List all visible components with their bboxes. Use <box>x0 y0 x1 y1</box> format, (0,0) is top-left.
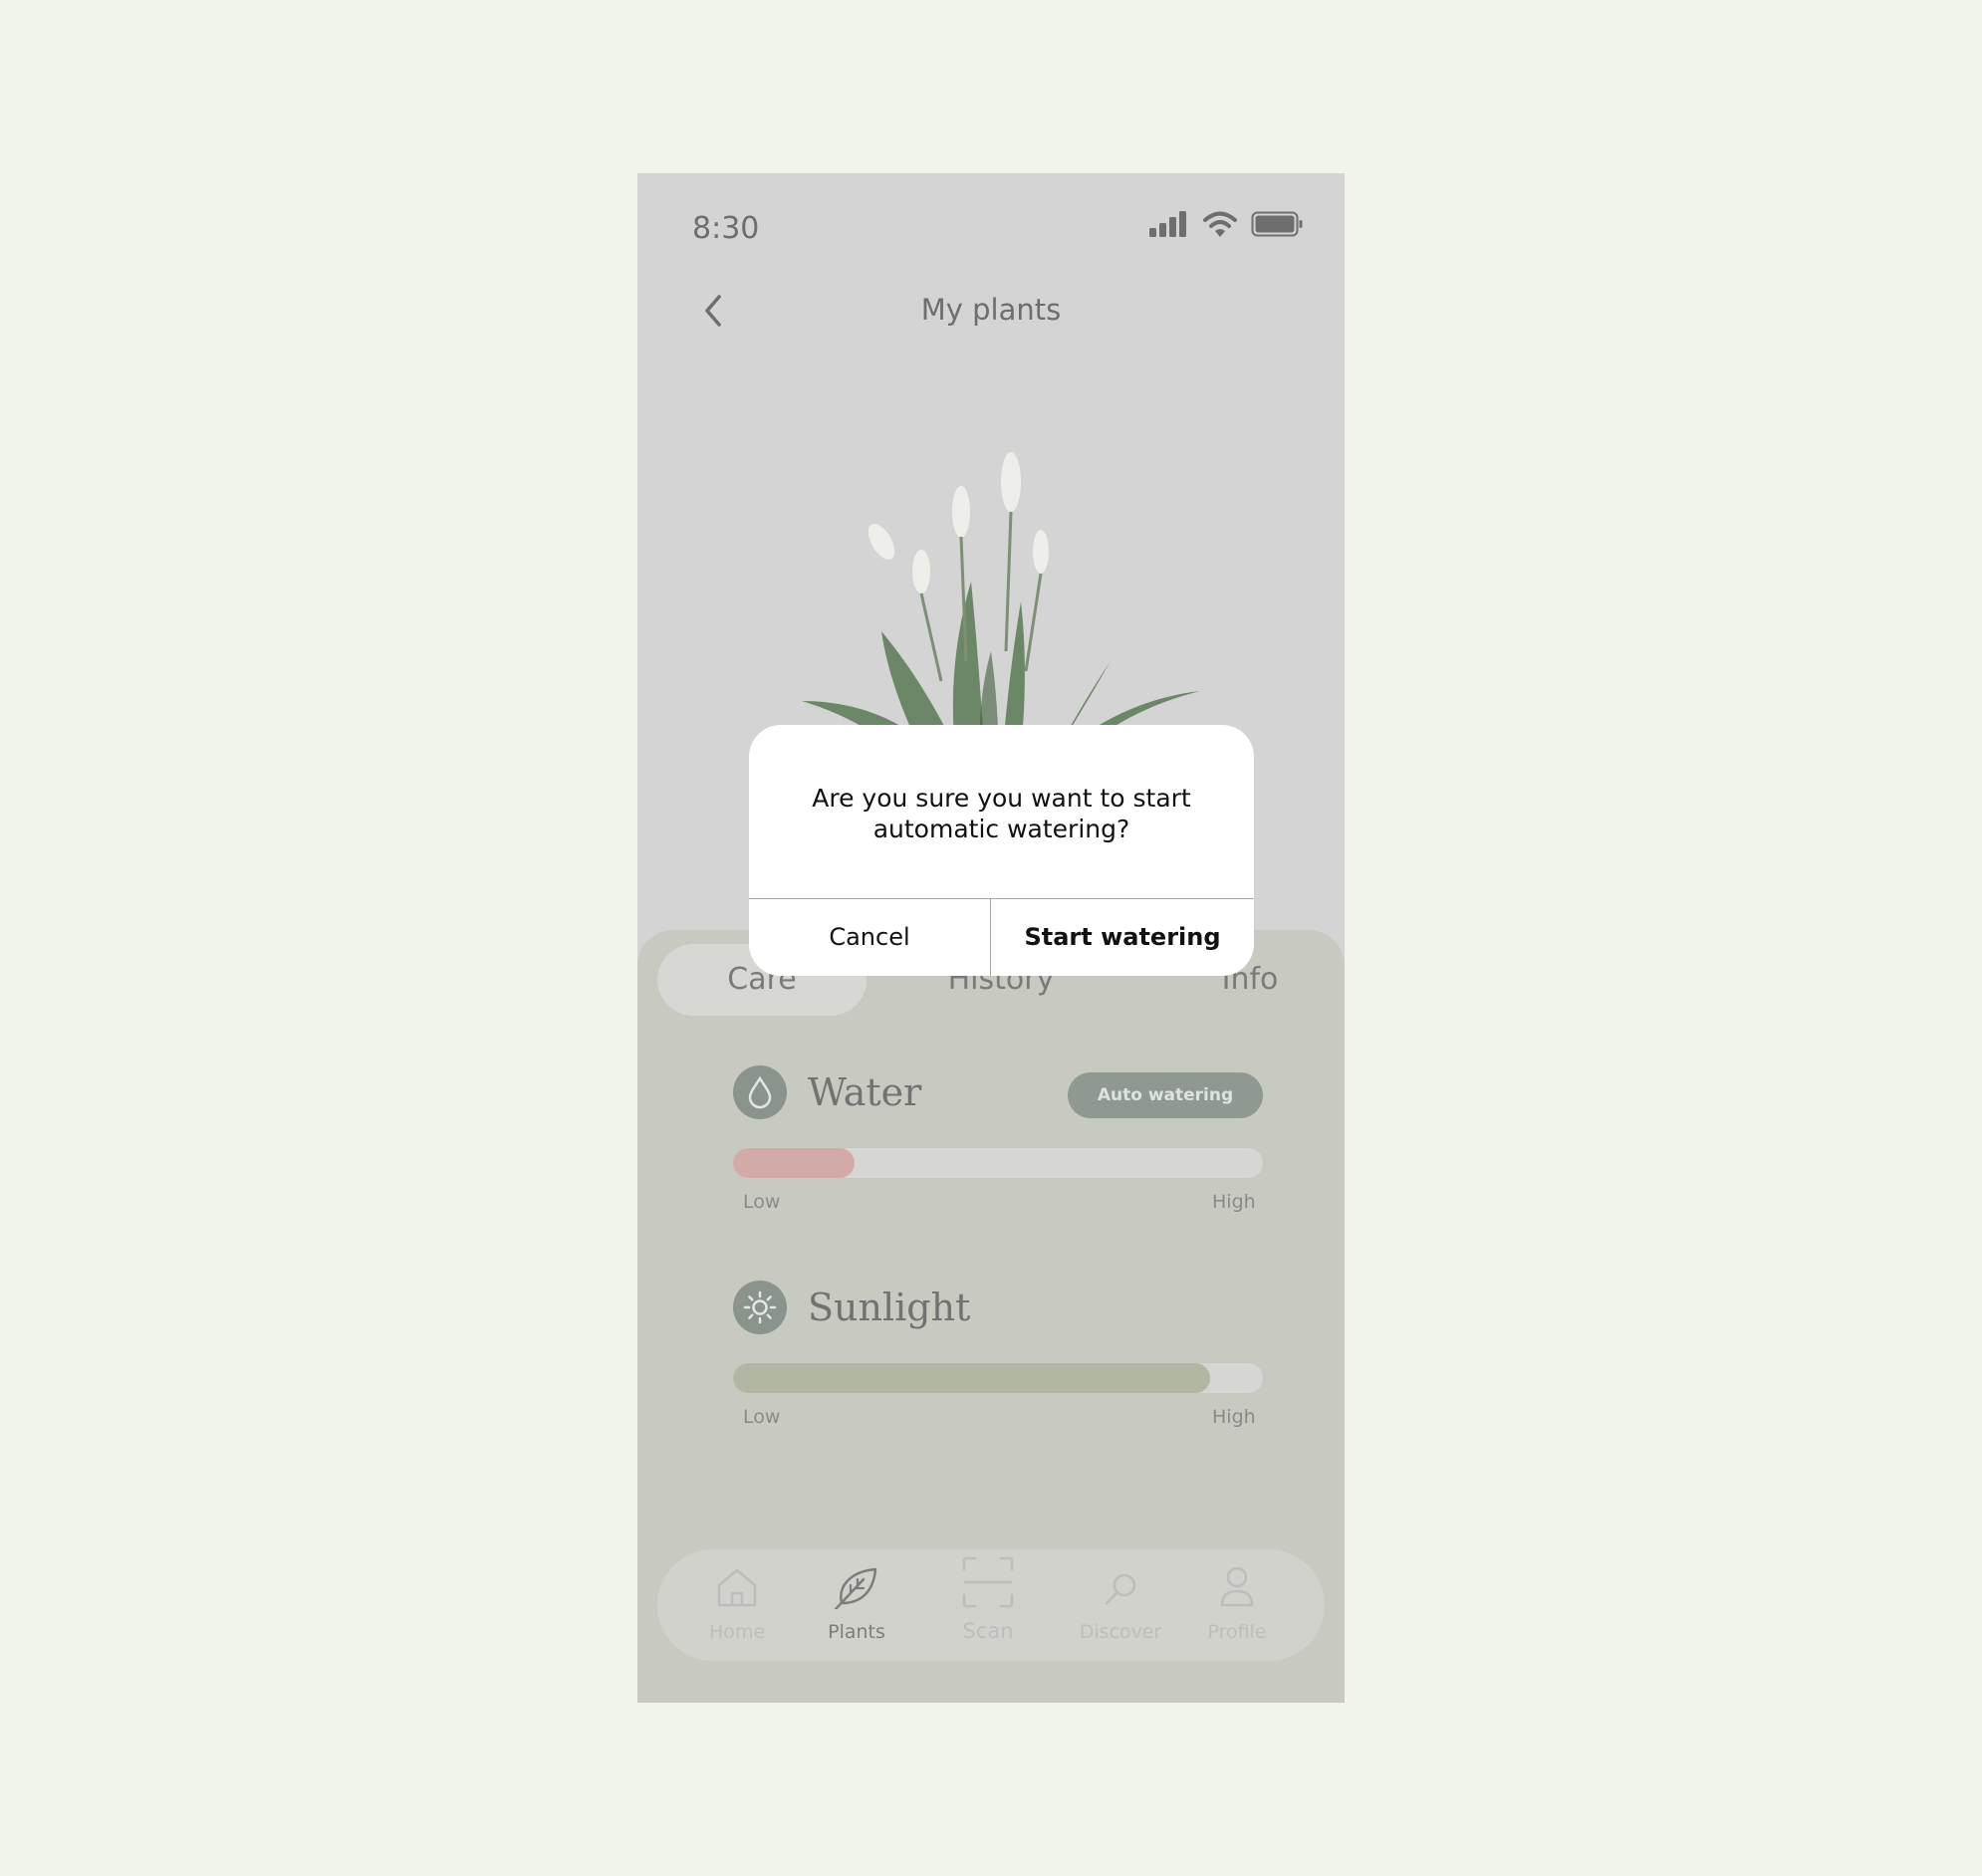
nav-profile[interactable]: Profile <box>1187 1549 1287 1661</box>
nav-discover[interactable]: Discover <box>1071 1549 1170 1661</box>
status-icons <box>1149 211 1303 237</box>
dialog-message: Are you sure you want to start automatic… <box>812 784 1191 843</box>
scan-icon <box>962 1556 1014 1608</box>
nav-scan-label: Scan <box>962 1619 1014 1643</box>
water-level-fill <box>733 1148 856 1178</box>
sunlight-low-label: Low <box>743 1406 781 1428</box>
nav-scan[interactable]: Scan <box>938 1549 1038 1661</box>
sunlight-level-bar <box>733 1363 1263 1393</box>
start-watering-button[interactable]: Start watering <box>991 899 1254 976</box>
water-title: Water <box>808 1070 922 1114</box>
nav-plants[interactable]: Plants <box>807 1549 906 1661</box>
water-header: Water <box>733 1064 921 1120</box>
nav-profile-label: Profile <box>1207 1621 1267 1643</box>
status-time: 8:30 <box>692 211 760 246</box>
home-icon <box>717 1568 757 1607</box>
battery-icon <box>1251 211 1303 237</box>
wifi-icon <box>1203 211 1237 237</box>
sunlight-title: Sunlight <box>808 1286 971 1329</box>
profile-icon <box>1220 1566 1254 1607</box>
water-drop-icon <box>733 1065 787 1119</box>
page-title: My plants <box>920 293 1062 327</box>
dialog-actions: Cancel Start watering <box>749 898 1254 976</box>
nav-discover-label: Discover <box>1079 1621 1162 1643</box>
nav-home-label: Home <box>708 1621 766 1643</box>
leaf-icon <box>834 1567 877 1609</box>
sun-icon <box>733 1281 787 1334</box>
signal-icon <box>1149 211 1186 237</box>
nav-home[interactable]: Home <box>687 1549 787 1661</box>
cancel-button[interactable]: Cancel <box>749 899 991 976</box>
water-low-label: Low <box>743 1191 781 1213</box>
sunlight-level-fill <box>733 1363 1210 1393</box>
water-level-bar <box>733 1148 1263 1178</box>
water-high-label: High <box>1212 1191 1256 1213</box>
bottom-navigation: Home Plants Scan Discover Profile <box>657 1549 1325 1661</box>
sunlight-high-label: High <box>1212 1406 1256 1428</box>
nav-plants-label: Plants <box>828 1621 885 1643</box>
confirm-dialog: Are you sure you want to start automatic… <box>749 725 1254 976</box>
auto-watering-button[interactable]: Auto watering <box>1068 1072 1263 1118</box>
sunlight-header: Sunlight <box>733 1280 970 1335</box>
search-icon <box>1105 1573 1136 1605</box>
